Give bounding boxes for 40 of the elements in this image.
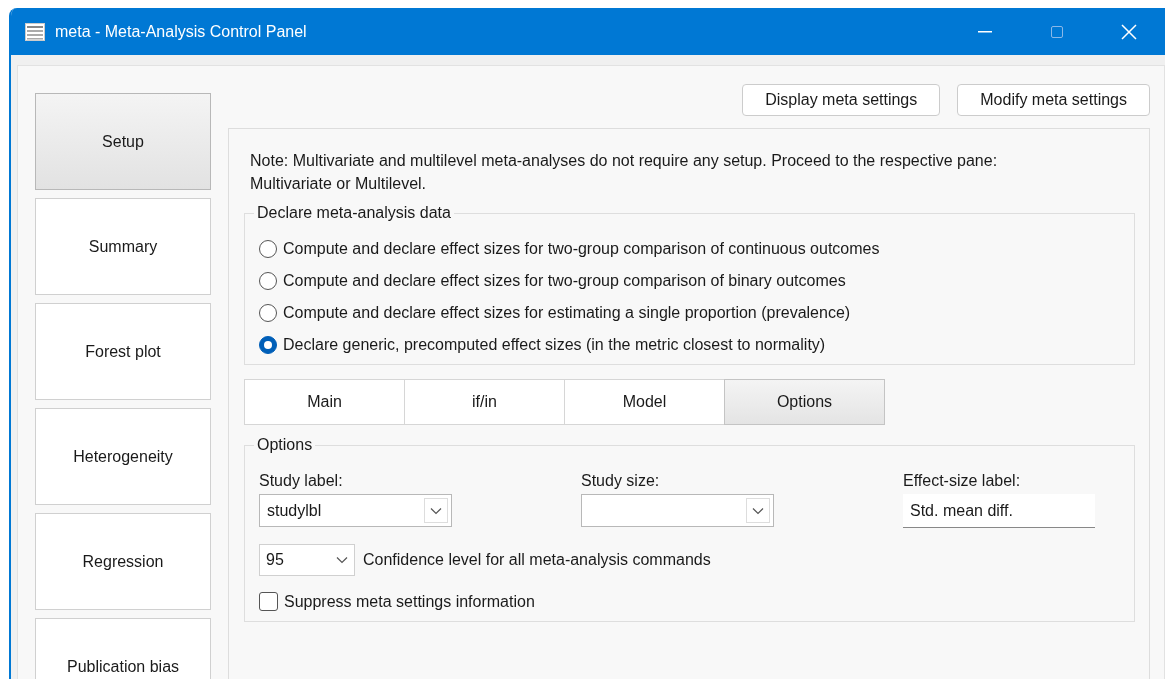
radio-button[interactable] xyxy=(259,336,277,354)
field-label: Study size: xyxy=(581,472,661,490)
settings-button[interactable]: Modify meta settings xyxy=(957,84,1150,116)
tab[interactable]: Model xyxy=(564,379,725,425)
confidence-dropdown[interactable]: 95 xyxy=(259,544,355,576)
sidebar-item[interactable]: Heterogeneity xyxy=(35,408,211,505)
note-text: Note: Multivariate and multilevel meta-analyses do not require any setup. Proceed to the respective pane: Multivariate or Multilevel. xyxy=(250,151,999,194)
checkbox-label: Suppress meta settings information xyxy=(284,592,535,611)
maximize-icon xyxy=(1051,25,1063,38)
sidebar-item[interactable]: Regression xyxy=(35,513,211,610)
chevron-down-icon xyxy=(752,506,764,515)
sidebar-item[interactable]: Summary xyxy=(35,198,211,295)
sidebar-item[interactable]: Publication bias xyxy=(35,618,211,679)
group-title: Declare meta-analysis data xyxy=(254,203,454,223)
sidebar-item[interactable]: Setup xyxy=(35,93,211,190)
close-icon xyxy=(1121,23,1137,40)
radio-button[interactable] xyxy=(259,272,277,290)
confidence-label: Confidence level for all meta-analysis commands xyxy=(363,551,711,569)
chevron-down-icon xyxy=(336,556,348,564)
field-label: Effect-size label: xyxy=(903,472,1022,490)
tab[interactable]: if/in xyxy=(404,379,565,425)
radio-label: Compute and declare effect sizes for two-group comparison of continuous outcomes xyxy=(283,240,880,258)
study-label-dropdown[interactable]: studylbl xyxy=(259,494,452,527)
group-title: Options xyxy=(254,435,316,455)
settings-button[interactable]: Display meta settings xyxy=(742,84,941,116)
radio-button[interactable] xyxy=(259,240,277,258)
radio-label: Declare generic, precomputed effect sizes (in the metric closest to normality) xyxy=(283,336,826,354)
minimize-icon xyxy=(978,30,992,33)
radio-label: Compute and declare effect sizes for two-group comparison of binary outcomes xyxy=(283,272,846,290)
radio-label: Compute and declare effect sizes for estimating a single proportion (prevalence) xyxy=(283,304,851,322)
tab[interactable]: Main xyxy=(244,379,405,425)
effect-size-label-field[interactable]: Std. mean diff. xyxy=(903,494,1095,528)
tab[interactable]: Options xyxy=(724,379,885,425)
chevron-down-icon xyxy=(430,506,442,515)
window-title: meta - Meta-Analysis Control Panel xyxy=(55,22,307,41)
sidebar-item[interactable]: Forest plot xyxy=(35,303,211,400)
field-label: Study label: xyxy=(259,472,344,490)
radio-button[interactable] xyxy=(259,304,277,322)
table-icon xyxy=(25,22,45,41)
checkbox[interactable] xyxy=(259,592,278,611)
